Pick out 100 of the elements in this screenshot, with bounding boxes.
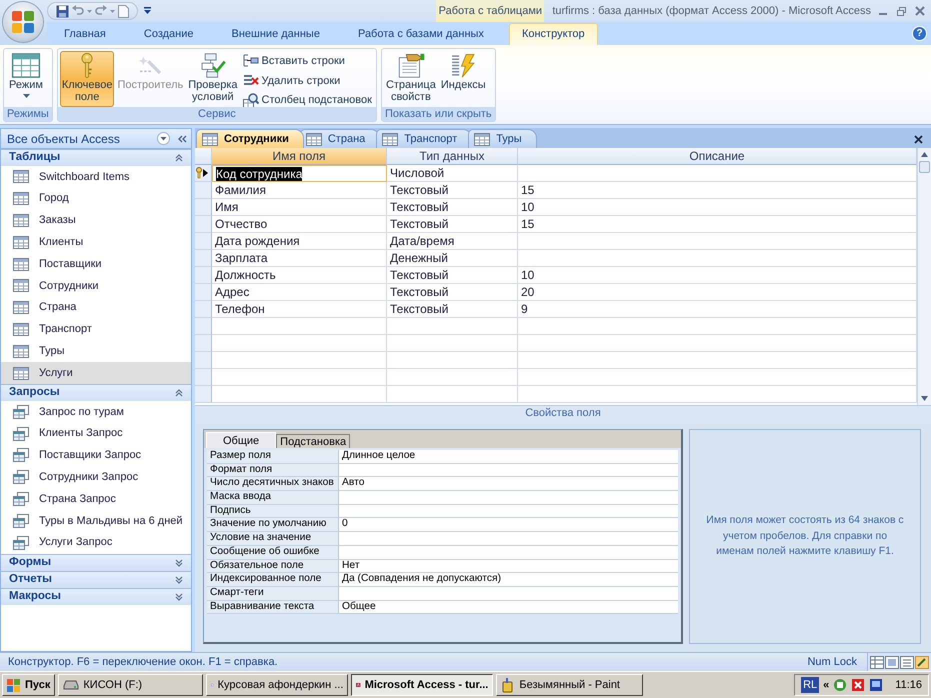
table-cell[interactable]: Должность bbox=[212, 267, 387, 284]
taskbar-button[interactable]: Курсовая афондеркин ... bbox=[206, 674, 348, 696]
nav-item[interactable]: Город bbox=[1, 188, 191, 210]
taskbar-button[interactable]: Безымянный - Paint bbox=[496, 674, 644, 696]
column-header[interactable]: Имя поля bbox=[212, 148, 387, 165]
table-cell[interactable]: 15 bbox=[518, 216, 917, 233]
property-value-field[interactable]: 0 bbox=[339, 518, 678, 532]
nav-group-header[interactable]: Макросы bbox=[1, 588, 191, 605]
table-cell[interactable] bbox=[518, 335, 917, 352]
table-cell[interactable]: Имя bbox=[212, 199, 387, 216]
tray-icon[interactable] bbox=[833, 678, 848, 692]
document-icon[interactable] bbox=[118, 4, 129, 18]
table-cell[interactable]: Зарплата bbox=[212, 250, 387, 267]
close-icon[interactable] bbox=[915, 6, 925, 16]
table-cell[interactable] bbox=[518, 250, 917, 267]
close-icon[interactable] bbox=[914, 135, 923, 144]
table-cell[interactable]: Фамилия bbox=[212, 182, 387, 199]
ribbon-tab[interactable]: Внешние данные bbox=[218, 23, 333, 45]
column-header[interactable]: Описание bbox=[518, 148, 917, 165]
help-button[interactable]: ? bbox=[912, 26, 927, 41]
table-cell[interactable]: Текстовый bbox=[387, 301, 518, 318]
taskbar-button[interactable]: КИСОН (F:) bbox=[58, 674, 204, 696]
nav-item[interactable]: Поставщики Запрос bbox=[1, 444, 191, 466]
ribbon-button[interactable]: Удалить строки bbox=[240, 72, 374, 90]
table-cell[interactable] bbox=[518, 369, 917, 386]
row-selector[interactable] bbox=[195, 165, 212, 182]
nav-item[interactable]: Услуги bbox=[1, 362, 191, 384]
property-value-field[interactable]: Нет bbox=[339, 560, 678, 574]
table-cell[interactable]: 10 bbox=[518, 199, 917, 216]
ribbon-tab[interactable]: Создание bbox=[130, 23, 206, 45]
table-cell[interactable] bbox=[518, 318, 917, 335]
property-value-field[interactable]: Длинное целое bbox=[339, 450, 678, 464]
table-cell[interactable] bbox=[518, 233, 917, 250]
table-cell[interactable]: Отчество bbox=[212, 216, 387, 233]
nav-item[interactable]: Туры bbox=[1, 340, 191, 362]
ribbon-button[interactable]: Проверка условий bbox=[186, 51, 240, 107]
table-cell[interactable] bbox=[387, 352, 518, 369]
nav-group-header[interactable]: Таблицы bbox=[1, 149, 191, 166]
column-header[interactable]: Тип данных bbox=[387, 148, 518, 165]
properties-tab[interactable]: Общие bbox=[206, 432, 276, 448]
collapse-pane-icon[interactable] bbox=[178, 134, 187, 142]
nav-item[interactable]: Туры в Мальдивы на 6 дней bbox=[1, 510, 191, 532]
nav-item[interactable]: Клиенты bbox=[1, 231, 191, 254]
property-value-field[interactable] bbox=[339, 464, 678, 478]
table-cell[interactable]: Текстовый bbox=[387, 199, 518, 216]
nav-group-header[interactable]: Запросы bbox=[1, 384, 191, 401]
scroll-down-icon[interactable] bbox=[921, 396, 928, 401]
office-button[interactable] bbox=[3, 2, 43, 42]
ribbon-button[interactable]: Ключевое поле bbox=[60, 51, 114, 107]
start-button[interactable]: Пуск bbox=[2, 674, 56, 696]
ribbon-tab[interactable]: Конструктор bbox=[508, 23, 598, 45]
nav-item[interactable]: Сотрудники Запрос bbox=[1, 466, 191, 488]
property-value-field[interactable]: Общее bbox=[339, 600, 678, 614]
table-cell[interactable]: Адрес bbox=[212, 284, 387, 301]
table-cell[interactable]: 9 bbox=[518, 301, 917, 318]
document-tab[interactable]: Туры bbox=[468, 129, 537, 148]
table-cell[interactable] bbox=[212, 369, 387, 386]
caret-icon[interactable] bbox=[87, 10, 92, 12]
table-cell[interactable]: Текстовый bbox=[387, 284, 518, 301]
customize-icon[interactable] bbox=[144, 7, 151, 15]
nav-item[interactable]: Сотрудники bbox=[1, 274, 191, 297]
nav-group-header[interactable]: Отчеты bbox=[1, 570, 191, 588]
taskbar-button[interactable]: Microsoft Access - tur... bbox=[351, 674, 494, 696]
nav-item[interactable]: Заказы bbox=[1, 210, 191, 232]
tray-icon[interactable] bbox=[851, 678, 866, 692]
design-view-icon[interactable] bbox=[915, 656, 929, 668]
save-icon[interactable] bbox=[56, 4, 69, 18]
table-cell[interactable] bbox=[518, 386, 917, 403]
ribbon-button[interactable]: Страница свойств bbox=[384, 51, 438, 107]
caret-icon[interactable] bbox=[110, 10, 115, 12]
table-cell[interactable]: Дата рождения bbox=[212, 233, 387, 250]
scroll-up-icon[interactable] bbox=[921, 152, 928, 157]
view-icon[interactable] bbox=[870, 656, 884, 668]
table-cell[interactable]: 20 bbox=[518, 284, 917, 301]
property-value-field[interactable]: Авто bbox=[339, 477, 678, 492]
ribbon-button[interactable]: Индексы bbox=[438, 51, 488, 107]
restore-icon[interactable] bbox=[897, 6, 906, 16]
view-icon[interactable] bbox=[900, 656, 914, 668]
property-value-field[interactable] bbox=[339, 504, 678, 518]
property-value-field[interactable]: Да (Совпадения не допускаются) bbox=[339, 573, 678, 587]
properties-tab[interactable]: Подстановка bbox=[276, 434, 350, 448]
language-indicator[interactable]: RL bbox=[801, 676, 820, 694]
table-cell[interactable]: 15 bbox=[518, 182, 917, 199]
show-hidden-icons-button[interactable]: « bbox=[823, 676, 830, 694]
document-tab[interactable]: Сотрудники bbox=[196, 129, 304, 148]
scrollbar-thumb[interactable] bbox=[919, 161, 930, 173]
view-icon[interactable] bbox=[885, 656, 899, 668]
property-value-field[interactable] bbox=[339, 532, 678, 546]
table-cell[interactable] bbox=[212, 352, 387, 369]
table-cell[interactable]: Телефон bbox=[212, 301, 387, 318]
table-cell[interactable] bbox=[212, 386, 387, 403]
table-cell[interactable]: Код сотрудника bbox=[212, 165, 387, 182]
table-cell[interactable]: Денежный bbox=[387, 250, 518, 267]
undo-icon[interactable] bbox=[72, 5, 84, 17]
table-cell[interactable] bbox=[387, 369, 518, 386]
table-cell[interactable]: Дата/время bbox=[387, 233, 518, 250]
table-cell[interactable] bbox=[212, 335, 387, 352]
property-value-field[interactable] bbox=[339, 586, 678, 601]
ribbon-tab[interactable]: Главная bbox=[51, 23, 119, 45]
table-cell[interactable] bbox=[387, 386, 518, 403]
